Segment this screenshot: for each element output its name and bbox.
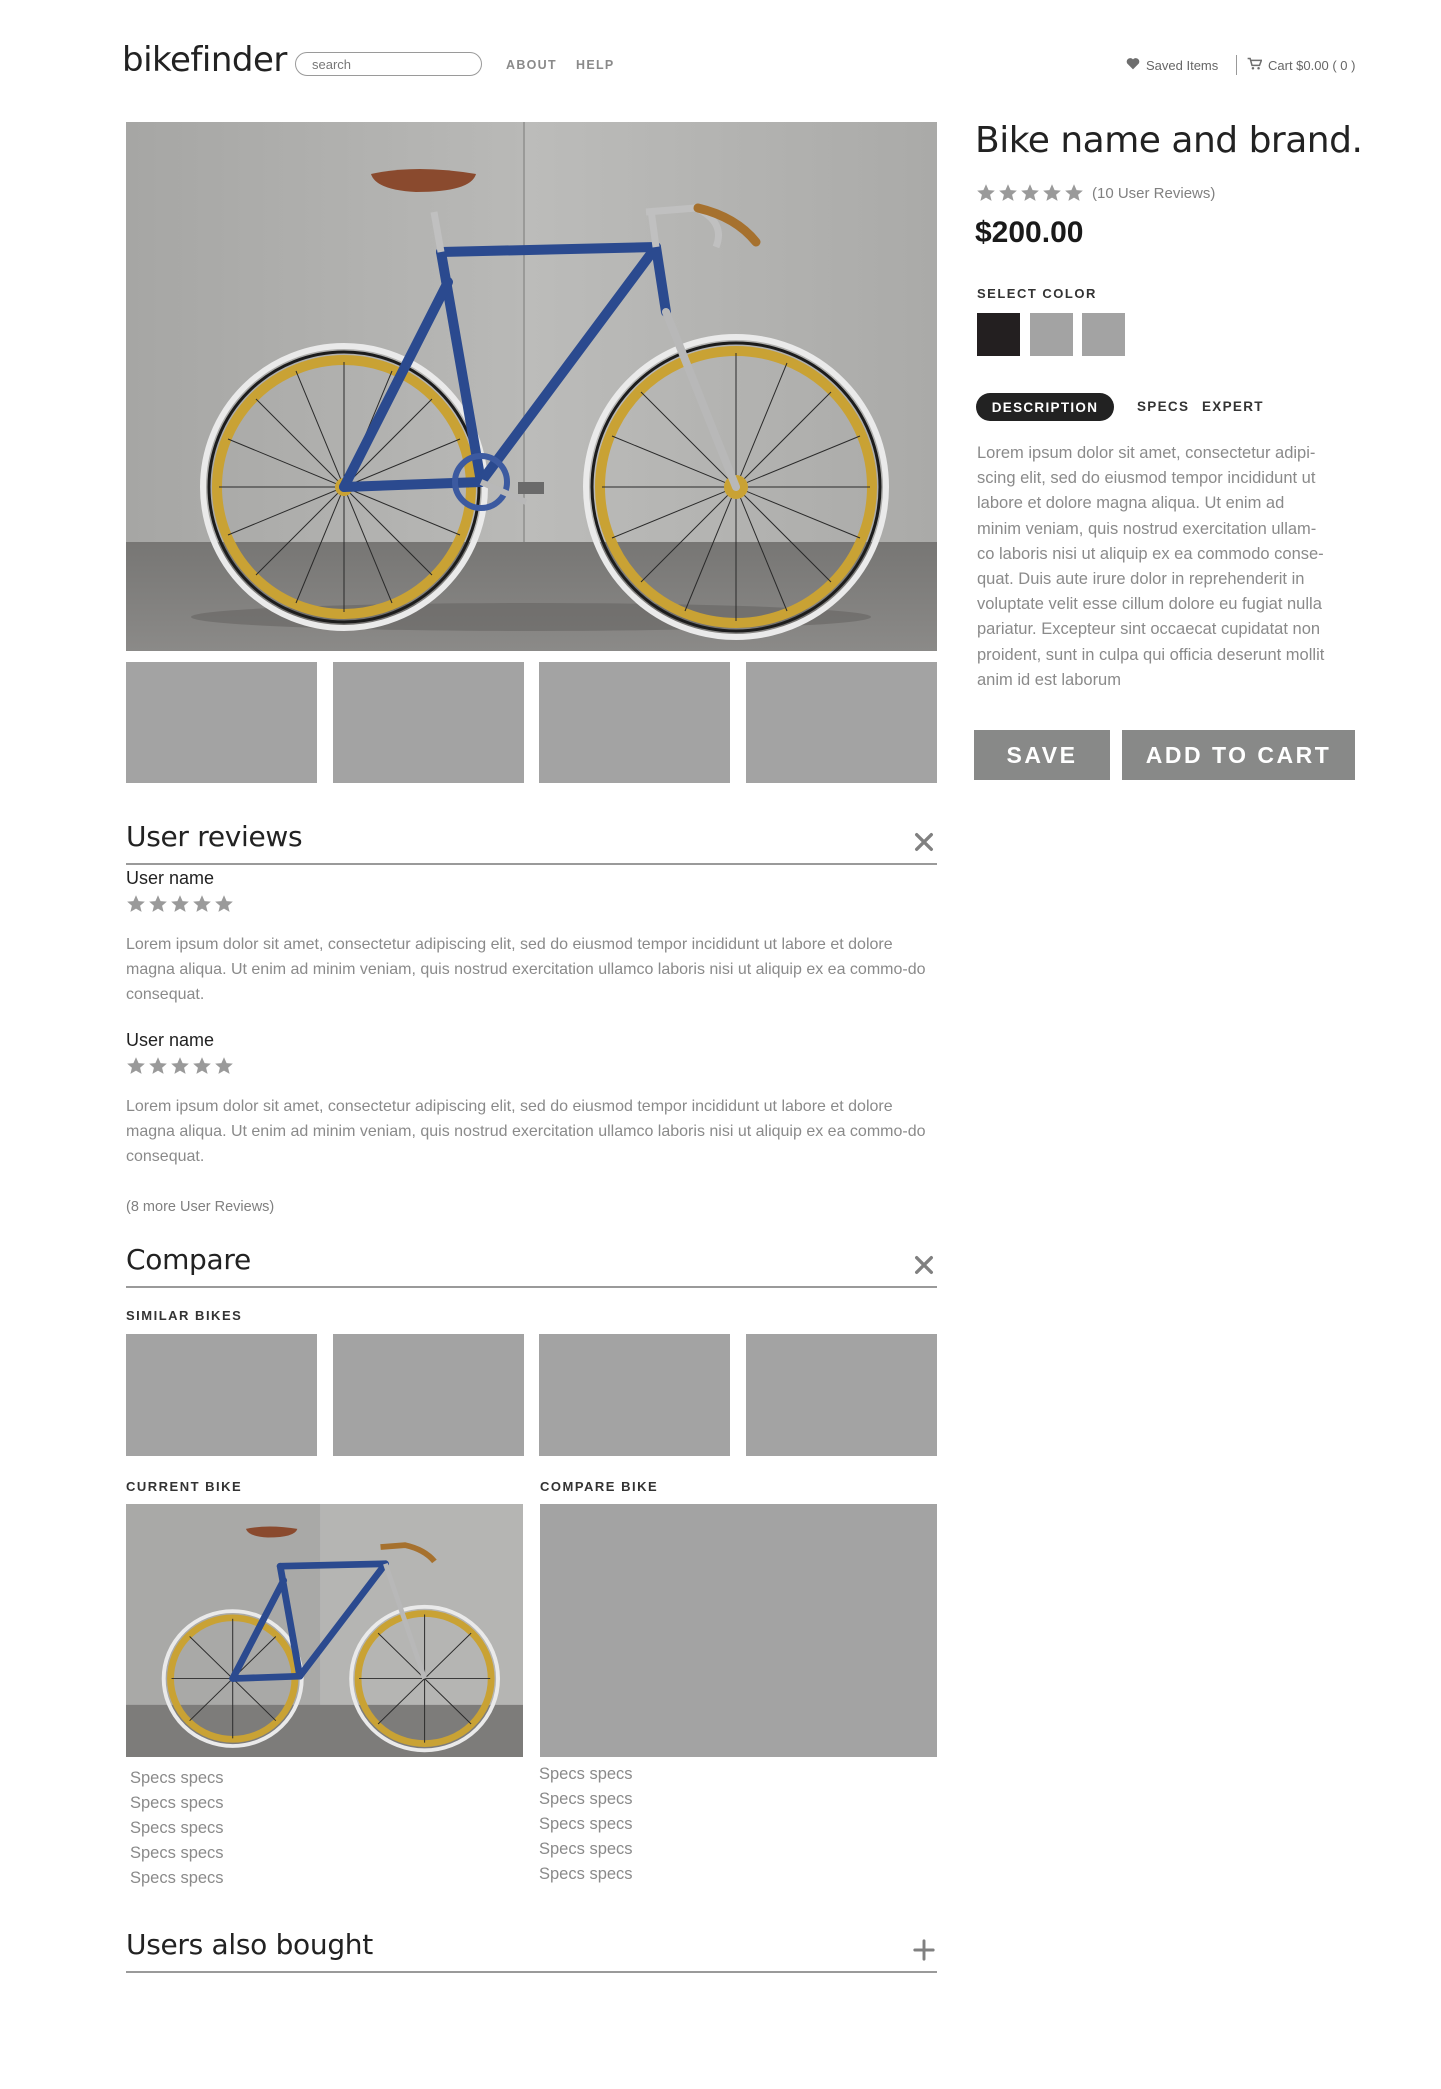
select-color-label: SELECT COLOR [977, 286, 1097, 301]
star-icon [1043, 184, 1061, 201]
color-swatch-gray-2[interactable] [1082, 313, 1125, 356]
star-icon [1021, 184, 1039, 201]
review-text: Lorem ipsum dolor sit amet, consectetur … [126, 936, 926, 1004]
tab-expert[interactable]: EXPERT [1202, 399, 1264, 414]
spec-line: Specs specs [130, 1819, 224, 1837]
spec-line: Specs specs [539, 1765, 633, 1783]
rating-stars [976, 183, 1084, 203]
thumbnail-3[interactable] [539, 662, 730, 783]
spec-line: Specs specs [130, 1794, 224, 1812]
star-icon [193, 1057, 211, 1074]
spec-line: Specs specs [130, 1869, 224, 1887]
star-icon [977, 184, 995, 201]
tab-specs[interactable]: SPECS [1137, 399, 1189, 414]
save-button[interactable]: SAVE [974, 730, 1110, 780]
review-stars [126, 894, 234, 914]
spec-line: Specs specs [539, 1865, 633, 1883]
thumbnail-2[interactable] [333, 662, 524, 783]
similar-bike-2[interactable] [333, 1334, 524, 1456]
spec-line: Specs specs [130, 1844, 224, 1862]
reviews-section-title: User reviews [126, 820, 303, 853]
product-price: $200.00 [975, 216, 1084, 249]
also-bought-divider [126, 1971, 937, 1973]
product-rating[interactable]: (10 User Reviews) [976, 183, 1215, 203]
saved-items-label: Saved Items [1146, 57, 1219, 73]
spec-line: Specs specs [539, 1815, 633, 1833]
color-swatch-black[interactable] [977, 313, 1020, 356]
more-reviews-link[interactable]: (8 more User Reviews) [126, 1199, 274, 1215]
compare-divider [126, 1286, 937, 1288]
close-icon[interactable] [913, 1254, 935, 1281]
spec-line: Specs specs [539, 1790, 633, 1808]
similar-bike-4[interactable] [746, 1334, 937, 1456]
search-input[interactable] [295, 52, 482, 76]
star-icon [127, 895, 145, 912]
star-icon [999, 184, 1017, 201]
star-icon [149, 1057, 167, 1074]
thumbnail-1[interactable] [126, 662, 317, 783]
review-stars [126, 1056, 234, 1076]
product-title: Bike name and brand. [975, 120, 1363, 161]
star-icon [1065, 184, 1083, 201]
review-text: Lorem ipsum dolor sit amet, consectetur … [126, 1098, 926, 1166]
star-icon [193, 895, 211, 912]
plus-icon[interactable] [913, 1939, 935, 1966]
product-description: Lorem ipsum dolor sit amet, consectetur … [977, 444, 1325, 689]
reviews-divider [126, 863, 937, 865]
star-icon [171, 895, 189, 912]
star-icon [149, 895, 167, 912]
similar-bike-1[interactable] [126, 1334, 317, 1456]
cart-label: Cart $0.00 ( 0 ) [1268, 57, 1356, 73]
review-user-name[interactable]: User name [126, 1030, 214, 1051]
spec-line: Specs specs [130, 1769, 224, 1787]
header-divider [1236, 55, 1237, 75]
current-bike-specs: Specs specs Specs specs Specs specs Spec… [130, 1766, 224, 1891]
bike-photo [126, 122, 937, 651]
compare-bike-label: COMPARE BIKE [540, 1479, 659, 1494]
nav-help-link[interactable]: HELP [576, 58, 615, 72]
main-product-image[interactable] [126, 122, 937, 651]
logo[interactable]: bikefinder [122, 40, 287, 80]
add-to-cart-button[interactable]: ADD TO CART [1122, 730, 1355, 780]
star-icon [215, 895, 233, 912]
spec-line: Specs specs [539, 1840, 633, 1858]
saved-items-link[interactable]: Saved Items [1126, 57, 1218, 73]
close-icon[interactable] [913, 831, 935, 858]
cart-icon [1247, 57, 1263, 73]
similar-bike-3[interactable] [539, 1334, 730, 1456]
review-user-name[interactable]: User name [126, 868, 214, 889]
nav-about-link[interactable]: ABOUT [506, 58, 557, 72]
tab-description[interactable]: DESCRIPTION [976, 393, 1114, 421]
compare-section-title: Compare [126, 1243, 251, 1276]
thumbnail-4[interactable] [746, 662, 937, 783]
star-icon [215, 1057, 233, 1074]
cart-link[interactable]: Cart $0.00 ( 0 ) [1247, 57, 1355, 73]
bike-photo [126, 1504, 523, 1757]
star-icon [127, 1057, 145, 1074]
current-bike-label: CURRENT BIKE [126, 1479, 243, 1494]
heart-icon [1126, 57, 1140, 73]
color-swatch-gray[interactable] [1030, 313, 1073, 356]
star-icon [171, 1057, 189, 1074]
compare-bike-image[interactable] [540, 1504, 937, 1757]
similar-bikes-label: SIMILAR BIKES [126, 1308, 243, 1323]
compare-bike-specs: Specs specs Specs specs Specs specs Spec… [539, 1762, 633, 1887]
also-bought-section-title: Users also bought [126, 1928, 373, 1961]
reviews-count-link[interactable]: (10 User Reviews) [1092, 185, 1215, 202]
current-bike-image[interactable] [126, 1504, 523, 1757]
